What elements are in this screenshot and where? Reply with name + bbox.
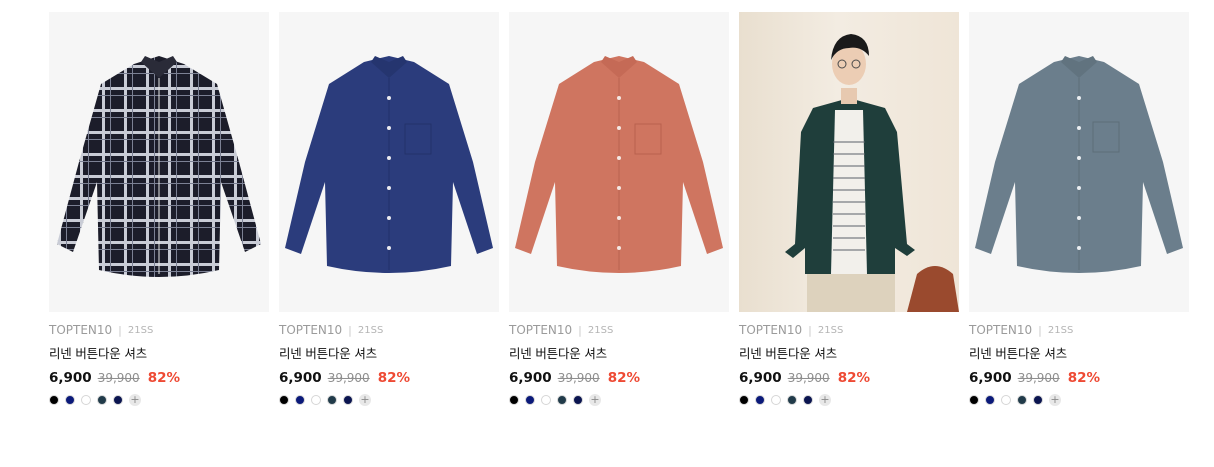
color-swatch-navy[interactable] xyxy=(295,395,305,405)
color-swatch-black[interactable] xyxy=(739,395,749,405)
product-image[interactable] xyxy=(969,12,1189,312)
color-swatch-dark-green[interactable] xyxy=(97,395,107,405)
navy-shirt-image xyxy=(285,56,493,273)
original-price: 39,900 xyxy=(557,371,600,385)
plus-icon[interactable]: + xyxy=(589,394,601,406)
color-swatch-dark-green[interactable] xyxy=(327,395,337,405)
color-swatch-white[interactable] xyxy=(771,395,781,405)
product-card[interactable]: TOPTEN10 | 21SS 리넨 버튼다운 셔츠 6,900 39,900 … xyxy=(969,12,1189,406)
product-card[interactable]: TOPTEN10 | 21SS 리넨 버튼다운 셔츠 6,900 39,900 … xyxy=(279,12,499,406)
season-label: 21SS xyxy=(587,324,614,336)
discount-rate: 82% xyxy=(837,370,871,386)
color-swatches: + xyxy=(969,394,1189,406)
plus-icon[interactable]: + xyxy=(819,394,831,406)
discount-rate: 82% xyxy=(607,370,641,386)
product-card[interactable]: TOPTEN10 | 21SS 리넨 버튼다운 셔츠 6,900 39,900 … xyxy=(509,12,729,406)
brand-name[interactable]: TOPTEN10 xyxy=(509,323,572,337)
model-photo-image xyxy=(785,34,959,312)
season-label: 21SS xyxy=(817,324,844,336)
product-name[interactable]: 리넨 버튼다운 셔츠 xyxy=(49,343,269,362)
brand-name[interactable]: TOPTEN10 xyxy=(969,323,1032,337)
color-swatch-black[interactable] xyxy=(509,395,519,405)
plus-icon[interactable]: + xyxy=(359,394,371,406)
discount-rate: 82% xyxy=(377,370,411,386)
plus-icon[interactable]: + xyxy=(129,394,141,406)
plus-icon[interactable]: + xyxy=(1049,394,1061,406)
original-price: 39,900 xyxy=(787,371,830,385)
price-row: 6,900 39,900 82% xyxy=(969,370,1189,386)
color-swatch-dark-green[interactable] xyxy=(1017,395,1027,405)
product-name[interactable]: 리넨 버튼다운 셔츠 xyxy=(509,343,729,362)
color-swatch-dark-navy[interactable] xyxy=(1033,395,1043,405)
sale-price: 6,900 xyxy=(279,370,322,386)
discount-rate: 82% xyxy=(147,370,181,386)
color-swatch-white[interactable] xyxy=(81,395,91,405)
brand-name[interactable]: TOPTEN10 xyxy=(49,323,112,337)
sale-price: 6,900 xyxy=(509,370,552,386)
sale-price: 6,900 xyxy=(739,370,782,386)
color-swatches: + xyxy=(49,394,269,406)
product-card[interactable]: TOPTEN10 | 21SS 리넨 버튼다운 셔츠 6,900 39,900 … xyxy=(49,12,269,406)
product-meta: TOPTEN10 | 21SS xyxy=(279,323,499,337)
color-swatch-dark-navy[interactable] xyxy=(803,395,813,405)
product-image[interactable] xyxy=(49,12,269,312)
color-swatches: + xyxy=(739,394,959,406)
color-swatch-black[interactable] xyxy=(279,395,289,405)
color-swatch-navy[interactable] xyxy=(755,395,765,405)
brand-name[interactable]: TOPTEN10 xyxy=(279,323,342,337)
price-row: 6,900 39,900 82% xyxy=(49,370,269,386)
meta-separator: | xyxy=(578,323,582,337)
color-swatch-white[interactable] xyxy=(311,395,321,405)
product-image[interactable] xyxy=(739,12,959,312)
color-swatch-navy[interactable] xyxy=(65,395,75,405)
coral-shirt-image xyxy=(515,56,723,273)
original-price: 39,900 xyxy=(97,371,140,385)
color-swatches: + xyxy=(509,394,729,406)
color-swatch-white[interactable] xyxy=(541,395,551,405)
product-meta: TOPTEN10 | 21SS xyxy=(969,323,1189,337)
color-swatch-dark-navy[interactable] xyxy=(573,395,583,405)
meta-separator: | xyxy=(118,323,122,337)
plaid-shirt-image xyxy=(57,56,261,277)
color-swatch-black[interactable] xyxy=(969,395,979,405)
discount-rate: 82% xyxy=(1067,370,1101,386)
product-name[interactable]: 리넨 버튼다운 셔츠 xyxy=(739,343,959,362)
meta-separator: | xyxy=(1038,323,1042,337)
color-swatch-dark-navy[interactable] xyxy=(113,395,123,405)
product-card[interactable]: TOPTEN10 | 21SS 리넨 버튼다운 셔츠 6,900 39,900 … xyxy=(739,12,959,406)
original-price: 39,900 xyxy=(1017,371,1060,385)
product-grid: TOPTEN10 | 21SS 리넨 버튼다운 셔츠 6,900 39,900 … xyxy=(49,12,1189,406)
meta-separator: | xyxy=(808,323,812,337)
brand-name[interactable]: TOPTEN10 xyxy=(739,323,802,337)
product-image[interactable] xyxy=(279,12,499,312)
color-swatches: + xyxy=(279,394,499,406)
product-meta: TOPTEN10 | 21SS xyxy=(739,323,959,337)
season-label: 21SS xyxy=(1047,324,1074,336)
price-row: 6,900 39,900 82% xyxy=(509,370,729,386)
product-image[interactable] xyxy=(509,12,729,312)
product-meta: TOPTEN10 | 21SS xyxy=(49,323,269,337)
product-name[interactable]: 리넨 버튼다운 셔츠 xyxy=(969,343,1189,362)
meta-separator: | xyxy=(348,323,352,337)
color-swatch-dark-green[interactable] xyxy=(787,395,797,405)
color-swatch-navy[interactable] xyxy=(985,395,995,405)
price-row: 6,900 39,900 82% xyxy=(739,370,959,386)
color-swatch-navy[interactable] xyxy=(525,395,535,405)
color-swatch-dark-navy[interactable] xyxy=(343,395,353,405)
sale-price: 6,900 xyxy=(969,370,1012,386)
sale-price: 6,900 xyxy=(49,370,92,386)
season-label: 21SS xyxy=(127,324,154,336)
price-row: 6,900 39,900 82% xyxy=(279,370,499,386)
original-price: 39,900 xyxy=(327,371,370,385)
product-name[interactable]: 리넨 버튼다운 셔츠 xyxy=(279,343,499,362)
color-swatch-black[interactable] xyxy=(49,395,59,405)
product-meta: TOPTEN10 | 21SS xyxy=(509,323,729,337)
season-label: 21SS xyxy=(357,324,384,336)
color-swatch-dark-green[interactable] xyxy=(557,395,567,405)
blue-grey-shirt-image xyxy=(975,56,1183,273)
color-swatch-white[interactable] xyxy=(1001,395,1011,405)
